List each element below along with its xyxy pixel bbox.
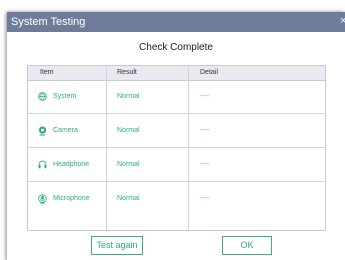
table-header: Item Result Detail [28,66,325,81]
microphone-icon [38,193,47,204]
result-value: Normal [117,161,140,168]
item-cell: Microphone [38,182,90,215]
table-row: System Normal ---- [28,80,325,114]
headphone-icon [38,160,47,169]
detail-value: ---- [200,195,210,202]
detail-value: ---- [200,127,210,134]
results-table: Item Result Detail System Normal ---- Ca… [27,65,326,231]
close-icon[interactable]: × [340,14,345,28]
table-row: Camera Normal ---- [28,114,325,148]
title-bar: System Testing × [7,12,345,32]
item-label: Camera [53,127,78,134]
item-label: Microphone [53,195,90,202]
column-header-detail: Detail [200,69,218,76]
item-cell: System [38,80,76,113]
item-label: Headphone [53,161,90,168]
result-value: Normal [117,127,140,134]
item-label: System [53,93,77,100]
globe-icon [38,92,47,101]
table-row: Headphone Normal ---- [28,148,325,182]
item-cell: Camera [38,114,78,147]
result-value: Normal [117,93,140,100]
test-again-button[interactable]: Test again [91,236,143,255]
detail-value: ---- [200,161,210,168]
result-value: Normal [117,195,140,202]
column-header-item: Item [40,69,54,76]
table-row: Microphone Normal ---- [28,182,325,216]
item-cell: Headphone [38,148,89,181]
camera-icon [38,126,47,135]
status-heading: Check Complete [139,42,213,53]
column-header-result: Result [117,69,137,76]
ok-button[interactable]: OK [222,236,272,255]
window-title: System Testing [11,16,86,28]
detail-value: ---- [200,93,210,100]
system-testing-dialog: System Testing × Check Complete Item Res… [7,12,345,260]
